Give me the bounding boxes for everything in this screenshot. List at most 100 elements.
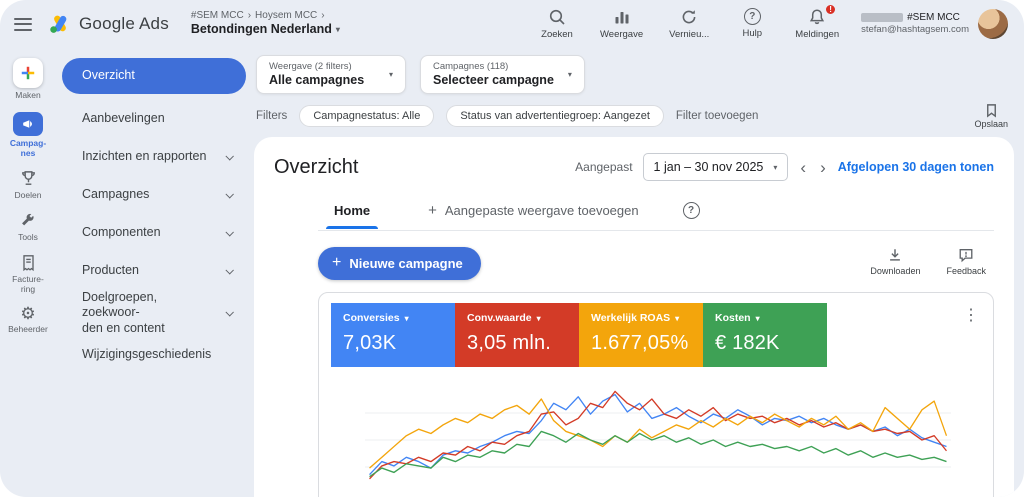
rail-item-admin[interactable]: ⚙ Beheerder	[8, 305, 48, 335]
new-campaign-button[interactable]: + Nieuwe campagne	[318, 247, 481, 280]
plus-icon: +	[428, 202, 437, 219]
sidebar-item-doelgroepen[interactable]: Doelgroepen, zoekwoor- den en content	[62, 290, 246, 336]
notification-badge: !	[824, 3, 837, 16]
download-icon	[887, 247, 903, 263]
chevron-down-icon: ▾	[675, 314, 679, 323]
plus-icon: +	[332, 257, 341, 270]
profile-account-label: #SEM MCC	[907, 11, 960, 24]
billing-receipt-icon	[20, 254, 37, 272]
overview-panel: Overzicht Aangepast 1 jan – 30 nov 2025 …	[254, 137, 1014, 497]
campaign-select-dropdown[interactable]: Campagnes (118) Selecteer campagne ▾	[420, 55, 585, 94]
metric-tile-conversies[interactable]: Conversies▾ 7,03K	[331, 303, 455, 367]
avatar[interactable]	[978, 9, 1008, 39]
chevron-down-icon: ▾	[336, 25, 340, 35]
range-type-label: Aangepast	[575, 160, 632, 174]
card-menu-button[interactable]: ⋮	[963, 305, 979, 325]
breadcrumb: #SEM MCC › Hoysem MCC › Betondingen Nede…	[191, 10, 340, 38]
next-range-button[interactable]: ›	[818, 159, 828, 176]
top-bar: Google Ads #SEM MCC › Hoysem MCC › Beton…	[0, 0, 1024, 48]
filter-bar: Filters Campagnestatus: Alle Status van …	[254, 100, 1014, 137]
save-filters-button[interactable]: Opslaan	[974, 103, 1008, 129]
google-ads-app: Google Ads #SEM MCC › Hoysem MCC › Beton…	[0, 0, 1024, 497]
hamburger-menu-icon[interactable]	[14, 18, 32, 31]
metric-tile-conv-waarde[interactable]: Conv.waarde▾ 3,05 mln.	[455, 303, 579, 367]
chevron-down-icon: ▾	[405, 314, 409, 323]
rail-item-create[interactable]: Maken	[13, 58, 43, 101]
logo-text: Google Ads	[79, 14, 169, 34]
view-filter-dropdown[interactable]: Weergave (2 filters) Alle campagnes ▾	[256, 55, 406, 94]
bar-chart-icon	[613, 8, 631, 26]
account-name: Betondingen Nederland	[191, 22, 332, 38]
filters-label: Filters	[256, 110, 287, 122]
sidebar-item-wijzigingsgeschiedenis[interactable]: Wijzigingsgeschiedenis	[62, 336, 246, 374]
refresh-button[interactable]: Vernieu...	[669, 8, 709, 40]
chevron-down-icon: ▾	[537, 314, 541, 323]
help-button[interactable]: ? Hulp	[735, 8, 769, 39]
breadcrumb-separator: ›	[321, 10, 324, 23]
sidebar-item-inzichten[interactable]: Inzichten en rapporten	[62, 138, 246, 176]
date-range-controls: Aangepast 1 jan – 30 nov 2025 ▾ ‹ › Afge…	[575, 153, 994, 181]
rail-item-billing[interactable]: Facture- ring	[12, 254, 44, 295]
download-button[interactable]: Downloaden	[870, 247, 920, 276]
metric-value: 1.677,05%	[591, 332, 691, 355]
save-bookmark-icon	[984, 103, 999, 118]
trophy-icon	[19, 169, 38, 188]
breadcrumb-mcc-1[interactable]: #SEM MCC	[191, 10, 244, 23]
profile-email: stefan@hashtagsem.com	[861, 24, 969, 36]
show-last-30-days-link[interactable]: Afgelopen 30 dagen tonen	[838, 160, 994, 174]
google-ads-logo[interactable]: Google Ads	[48, 12, 169, 36]
metric-tile-roas[interactable]: Werkelijk ROAS▾ 1.677,05%	[579, 303, 703, 367]
sidebar: Overzicht Aanbevelingen Inzichten en rap…	[56, 48, 254, 497]
notifications-button[interactable]: ! Meldingen	[795, 8, 839, 40]
sidebar-item-componenten[interactable]: Componenten	[62, 214, 246, 252]
chevron-down-icon	[225, 152, 233, 160]
page-title: Overzicht	[274, 156, 358, 179]
card-tools: Downloaden Feedback	[870, 247, 994, 276]
sidebar-item-producten[interactable]: Producten	[62, 252, 246, 290]
tabs-help-icon[interactable]: ?	[683, 202, 700, 219]
rail-item-campaigns[interactable]: Campag- nes	[10, 112, 46, 159]
filter-chip-adgroup-status[interactable]: Status van advertentiegroep: Aangezet	[446, 105, 664, 127]
metric-tile-kosten[interactable]: Kosten▾ € 182K	[703, 303, 827, 367]
add-filter-button[interactable]: Filter toevoegen	[676, 110, 758, 122]
overview-metrics-card: ⋮ Conversies▾ 7,03K Conv.waarde▾ 3,05 ml…	[318, 292, 994, 497]
profile-text: #SEM MCC stefan@hashtagsem.com	[861, 11, 969, 36]
scope-selectors: Weergave (2 filters) Alle campagnes ▾ Ca…	[254, 48, 1014, 100]
chevron-down-icon: ▾	[568, 70, 572, 79]
date-range-dropdown[interactable]: 1 jan – 30 nov 2025 ▾	[643, 153, 789, 181]
chevron-down-icon	[225, 266, 233, 274]
gear-icon: ⚙	[20, 305, 35, 322]
overview-chart[interactable]	[365, 381, 951, 497]
google-ads-logo-icon	[48, 12, 72, 36]
prev-range-button[interactable]: ‹	[798, 159, 808, 176]
chevron-down-icon: ▾	[756, 314, 760, 323]
breadcrumb-mcc-2[interactable]: Hoysem MCC	[255, 10, 317, 23]
chevron-down-icon	[225, 190, 233, 198]
sidebar-item-overzicht[interactable]: Overzicht	[62, 58, 246, 94]
masked-account-name	[861, 13, 903, 22]
metric-value: 7,03K	[343, 332, 443, 355]
campaigns-icon	[13, 112, 43, 136]
help-icon: ?	[744, 8, 761, 25]
rail-item-goals[interactable]: Doelen	[15, 169, 42, 201]
breadcrumb-separator: ›	[248, 10, 251, 23]
add-custom-view-tab[interactable]: + Aangepaste weergave toevoegen	[414, 193, 652, 230]
metric-value: € 182K	[715, 332, 815, 355]
feedback-icon	[958, 247, 974, 263]
metric-tiles: Conversies▾ 7,03K Conv.waarde▾ 3,05 mln.…	[331, 303, 979, 367]
sidebar-item-aanbevelingen[interactable]: Aanbevelingen	[62, 100, 246, 138]
filter-chip-campaign-status[interactable]: Campagnestatus: Alle	[299, 105, 434, 127]
view-tabs: Home + Aangepaste weergave toevoegen ?	[318, 193, 994, 231]
wrench-icon	[19, 212, 37, 230]
tab-home[interactable]: Home	[320, 194, 384, 229]
rail-item-tools[interactable]: Tools	[18, 212, 38, 243]
account-selector[interactable]: Betondingen Nederland ▾	[191, 22, 340, 38]
sidebar-item-campagnes[interactable]: Campagnes	[62, 176, 246, 214]
profile-chip[interactable]: #SEM MCC stefan@hashtagsem.com	[861, 9, 1008, 39]
campaign-action-row: + Nieuwe campagne Downloaden	[318, 247, 994, 280]
search-button[interactable]: Zoeken	[540, 8, 574, 40]
create-plus-icon	[13, 58, 43, 88]
feedback-button[interactable]: Feedback	[946, 247, 986, 276]
chevron-down-icon: ▾	[773, 163, 777, 172]
view-button[interactable]: Weergave	[600, 8, 643, 40]
